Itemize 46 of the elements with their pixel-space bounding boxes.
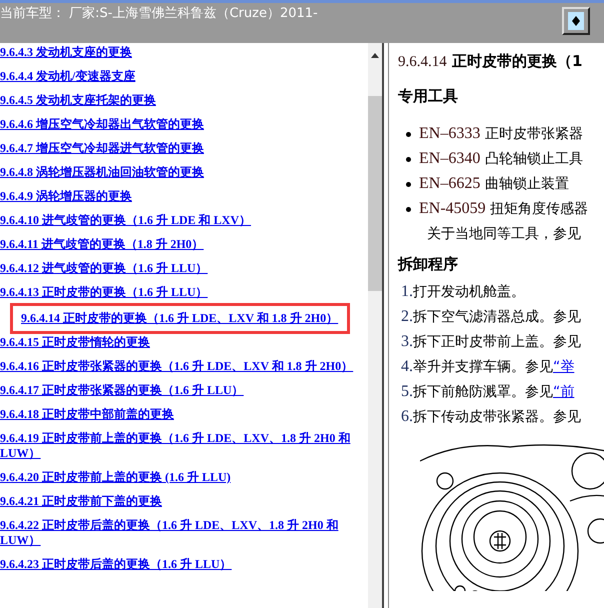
bullet-icon <box>406 156 411 162</box>
toc-link[interactable]: 9.6.4.14 正时皮带的更换（1.6 升 LDE、LXV 和 1.8 升 2H0） <box>21 311 339 326</box>
toc-link[interactable]: 9.6.4.11 进气歧管的更换（1.8 升 2H0） <box>0 237 368 252</box>
procedure-step: 4.举升并支撑车辆。参见“举 <box>401 357 604 377</box>
scroll-up-icon[interactable] <box>371 53 379 58</box>
procedure-step: 6.拆下传动皮带张紧器。参见 <box>401 407 604 427</box>
procedure-heading: 拆卸程序 <box>398 254 459 274</box>
scrollbar[interactable] <box>368 43 382 608</box>
toc-link[interactable]: 9.6.4.8 涡轮增压器机油回油软管的更换 <box>0 165 368 180</box>
window-title: 当前车型： 厂家:S-上海雪佛兰科鲁兹（Cruze）2011- <box>0 5 318 23</box>
procedure-step: 5.拆下前舱防溅罩。参见“前 <box>401 382 604 402</box>
procedure-step: 3.拆下正时皮带前上盖。参见 <box>401 332 604 352</box>
toc-link[interactable]: 9.6.4.16 正时皮带张紧器的更换（1.6 升 LDE、LXV 和 1.8 升 2H0） <box>0 359 368 374</box>
bullet-icon <box>406 132 411 136</box>
toc-link[interactable]: 9.6.4.6 增压空气冷却器出气软管的更换 <box>0 117 368 132</box>
tool-item: EN–6340 凸轮轴锁止工具 <box>419 149 583 169</box>
toc-link[interactable]: 9.6.4.3 发动机支座的更换 <box>0 45 368 60</box>
toc-link[interactable]: 9.6.4.9 涡轮增压器的更换 <box>0 189 368 204</box>
toc-link[interactable]: 9.6.4.22 正时皮带后盖的更换（1.6 升 LDE、LXV、1.8 升 2H0 和 LUW） <box>0 518 368 548</box>
bullet-icon <box>406 206 411 212</box>
reference-link[interactable]: “前 <box>553 384 574 400</box>
reference-link[interactable]: “举 <box>553 359 574 375</box>
toc-link[interactable]: 9.6.4.20 正时皮带前上盖的更换 (1.6 升 LLU) <box>0 470 368 485</box>
tool-item: EN–6625 曲轴锁止装置 <box>419 174 569 194</box>
procedure-step: 1.打开发动机舱盖。 <box>401 282 604 302</box>
toc-link[interactable]: 9.6.4.17 正时皮带张紧器的更换（1.6 升 LLU） <box>0 383 368 398</box>
tool-item: EN–6333 正时皮带张紧器 <box>419 124 583 144</box>
scrollbar-thumb[interactable] <box>368 96 382 291</box>
toc-link[interactable]: 9.6.4.18 正时皮带中部前盖的更换 <box>0 407 368 422</box>
article-title: 9.6.4.14 正时皮带的更换（1 <box>398 51 584 72</box>
toc-link[interactable]: 9.6.4.13 正时皮带的更换（1.6 升 LLU） <box>0 285 368 300</box>
toggle-pane-button[interactable] <box>562 7 590 35</box>
toc-link[interactable]: 9.6.4.21 正时皮带前下盖的更换 <box>0 494 368 509</box>
toc-link[interactable]: 9.6.4.15 正时皮带惰轮的更换 <box>0 335 368 350</box>
toc-link[interactable]: 9.6.4.4 发动机/变速器支座 <box>0 69 368 84</box>
toc-link[interactable]: 9.6.4.19 正时皮带前上盖的更换（1.6 升 LDE、LXV、1.8 升 2H0 和 LUW） <box>0 431 368 461</box>
procedure-step: 2.拆下空气滤清器总成。参见 <box>401 307 604 327</box>
toc-link[interactable]: 9.6.4.23 正时皮带后盖的更换（1.6 升 LLU） <box>0 557 368 572</box>
toc-link[interactable]: 9.6.4.5 发动机支座托架的更换 <box>0 93 368 108</box>
tools-note: 关于当地同等工具，参见 <box>426 225 582 244</box>
tool-item: EN-45059 扭矩角度传感器 <box>419 199 588 219</box>
tools-heading: 专用工具 <box>398 86 459 106</box>
toc-link[interactable]: 9.6.4.7 增压空气冷却器进气软管的更换 <box>0 141 368 156</box>
toc-link[interactable]: 9.6.4.10 进气歧管的更换（1.6 升 LDE 和 LXV） <box>0 213 368 228</box>
toc-link[interactable]: 9.6.4.12 进气歧管的更换（1.6 升 LLU） <box>0 261 368 276</box>
bullet-icon <box>406 182 411 186</box>
